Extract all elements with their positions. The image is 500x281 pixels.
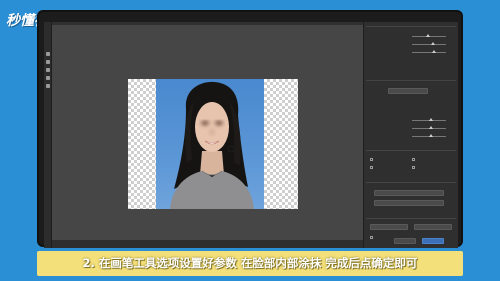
setting-slider[interactable]	[412, 50, 446, 53]
panel-section-reconstruct	[366, 218, 456, 223]
setting-row[interactable]	[368, 50, 454, 55]
cancel-button[interactable]	[394, 238, 416, 244]
face-select-row[interactable]	[368, 88, 454, 94]
setting-row[interactable]	[368, 118, 454, 123]
portrait-photo[interactable]	[156, 79, 264, 209]
setting-row[interactable]	[368, 42, 454, 47]
brush-tool-icon[interactable]	[46, 52, 50, 56]
slider-thumb[interactable]	[432, 50, 437, 53]
document-canvas[interactable]	[52, 22, 363, 248]
slider-thumb[interactable]	[429, 126, 433, 129]
slider-thumb[interactable]	[430, 42, 435, 45]
panel-section-view	[366, 182, 456, 187]
tool-strip	[44, 22, 52, 248]
subtitle-caption: 2. 在画笔工具选项设置好参数 在脸部内部涂抹 完成后点确定即可	[37, 251, 463, 276]
mask-option-checkbox[interactable]	[412, 158, 415, 161]
setting-row[interactable]	[368, 134, 454, 139]
restore-all-button[interactable]	[414, 224, 452, 230]
slider-thumb[interactable]	[425, 34, 430, 37]
panel-section-face	[366, 80, 456, 85]
ok-button[interactable]	[422, 238, 444, 244]
select-tool-icon[interactable]	[46, 84, 50, 88]
canvas-top-edge	[52, 22, 363, 25]
setting-slider[interactable]	[412, 118, 446, 121]
setting-row[interactable]	[368, 34, 454, 39]
slider-thumb[interactable]	[429, 118, 433, 121]
panel-section-brush	[366, 26, 456, 31]
mask-option-checkbox[interactable]	[412, 166, 415, 169]
photoshop-window	[44, 22, 458, 248]
zoom-tool-icon[interactable]	[46, 68, 50, 72]
mask-option-checkbox[interactable]	[370, 166, 373, 169]
face-select-dropdown[interactable]	[388, 88, 428, 94]
setting-row[interactable]	[368, 126, 454, 131]
transparent-area-right	[264, 79, 298, 209]
view-mode-dropdown[interactable]	[374, 190, 444, 196]
transparent-area-left	[128, 79, 156, 209]
setting-slider[interactable]	[412, 134, 446, 137]
setting-slider[interactable]	[412, 34, 446, 37]
setting-slider[interactable]	[412, 42, 446, 45]
hand-tool-icon[interactable]	[46, 76, 50, 80]
preview-checkbox[interactable]	[370, 236, 373, 239]
portrait-image	[170, 81, 254, 209]
setting-slider[interactable]	[412, 126, 446, 129]
pin-edges-dropdown[interactable]	[374, 200, 444, 206]
status-bar	[52, 240, 363, 248]
slider-thumb[interactable]	[429, 134, 433, 137]
eraser-tool-icon[interactable]	[46, 60, 50, 64]
mask-option-checkbox[interactable]	[370, 158, 373, 161]
panel-section-mask	[366, 150, 456, 155]
liquify-properties-panel	[363, 22, 458, 248]
reconstruct-button[interactable]	[370, 224, 408, 230]
monitor-frame	[37, 10, 463, 248]
